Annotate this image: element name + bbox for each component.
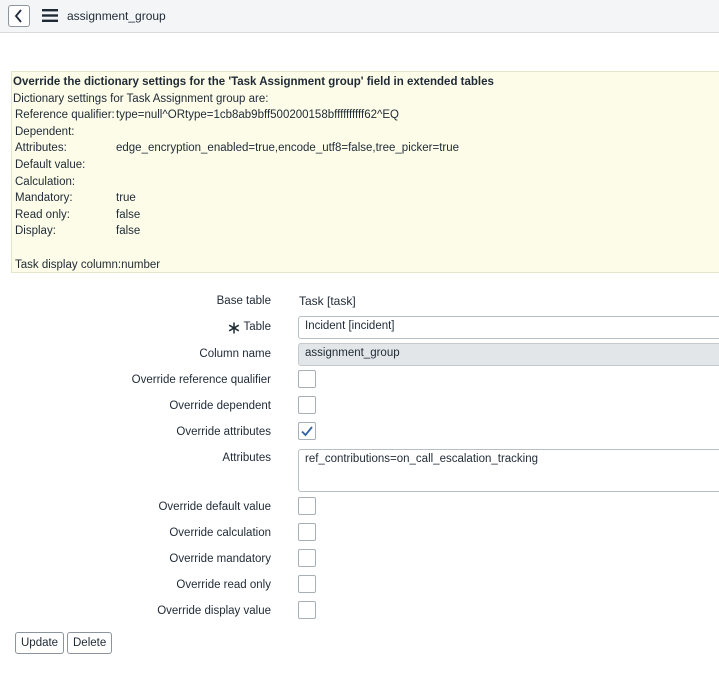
override-dependent-checkbox[interactable] <box>298 396 316 414</box>
info-value: false <box>116 208 141 221</box>
info-value: true <box>116 192 136 205</box>
back-button[interactable] <box>8 5 30 27</box>
dictionary-info-box: Override the dictionary settings for the… <box>11 71 719 273</box>
page-title: assignment_group <box>67 9 166 23</box>
mandatory-asterisk-icon <box>228 322 240 334</box>
attributes-label: Attributes <box>222 452 271 464</box>
base-table-value: Task [task] <box>299 294 356 308</box>
override-attributes-label: Override attributes <box>176 426 271 438</box>
delete-button[interactable]: Delete <box>67 632 113 654</box>
info-label: Dependent: <box>15 125 75 138</box>
form-header: assignment_group <box>0 0 719 33</box>
override-read-only-label: Override read only <box>176 579 271 591</box>
base-table-label: Base table <box>216 295 271 307</box>
column-name-value: assignment_group <box>305 347 400 359</box>
override-dependent-label: Override dependent <box>169 400 271 412</box>
update-button[interactable]: Update <box>15 632 65 654</box>
override-read-only-checkbox[interactable] <box>298 575 316 593</box>
info-label: Default value: <box>15 158 86 171</box>
info-row-default-value: Default value: <box>13 157 719 174</box>
override-display-value-label: Override display value <box>157 605 271 617</box>
override-attributes-checkbox[interactable] <box>298 422 316 440</box>
override-default-value-checkbox[interactable] <box>298 497 316 515</box>
info-row-mandatory: Mandatory: true <box>13 190 719 207</box>
info-label: Mandatory: <box>15 192 73 205</box>
info-row-display: Display: false <box>13 223 719 240</box>
info-subtitle: Dictionary settings for Task Assignment … <box>13 92 269 105</box>
table-input[interactable]: Incident [incident] <box>298 316 719 339</box>
info-label: Display: <box>15 225 56 238</box>
info-value: edge_encryption_enabled=true,encode_utf8… <box>116 142 460 155</box>
info-value: type=null^ORtype=1cb8ab9bff500200158bfff… <box>116 109 399 122</box>
chevron-left-icon <box>14 9 22 23</box>
override-mandatory-label: Override mandatory <box>169 553 271 565</box>
info-row-display-column: Task display column:number <box>13 257 719 274</box>
info-label: Read only: <box>15 208 70 221</box>
table-label: Table <box>243 321 272 333</box>
override-reference-qualifier-checkbox[interactable] <box>298 370 316 388</box>
table-input-value: Incident [incident] <box>305 320 395 332</box>
info-label: Attributes: <box>15 142 67 155</box>
override-default-value-label: Override default value <box>158 501 271 513</box>
info-value: false <box>116 225 141 238</box>
info-row-reference-qualifier: Reference qualifier: type=null^ORtype=1c… <box>13 107 719 124</box>
info-row-attributes: Attributes: edge_encryption_enabled=true… <box>13 140 719 157</box>
override-reference-qualifier-label: Override reference qualifier <box>131 374 271 386</box>
info-row-dependent: Dependent: <box>13 124 719 141</box>
info-row-read-only: Read only: false <box>13 207 719 224</box>
override-display-value-checkbox[interactable] <box>298 601 316 619</box>
hamburger-menu-icon[interactable] <box>42 9 58 22</box>
column-name-input: assignment_group <box>298 343 719 366</box>
info-row-calculation: Calculation: <box>13 174 719 191</box>
info-label: Calculation: <box>15 175 76 188</box>
info-label: Task display column: <box>15 258 122 271</box>
override-calculation-checkbox[interactable] <box>298 523 316 541</box>
attributes-textarea[interactable]: ref_contributions=on_call_escalation_tra… <box>298 449 719 492</box>
override-calculation-label: Override calculation <box>169 527 271 539</box>
info-label: Reference qualifier: <box>15 109 115 122</box>
column-name-label: Column name <box>199 348 271 360</box>
info-value: number <box>121 258 161 271</box>
override-mandatory-checkbox[interactable] <box>298 549 316 567</box>
attributes-textarea-value: ref_contributions=on_call_escalation_tra… <box>305 453 539 465</box>
checkmark-icon <box>301 426 313 437</box>
info-title: Override the dictionary settings for the… <box>13 76 494 88</box>
